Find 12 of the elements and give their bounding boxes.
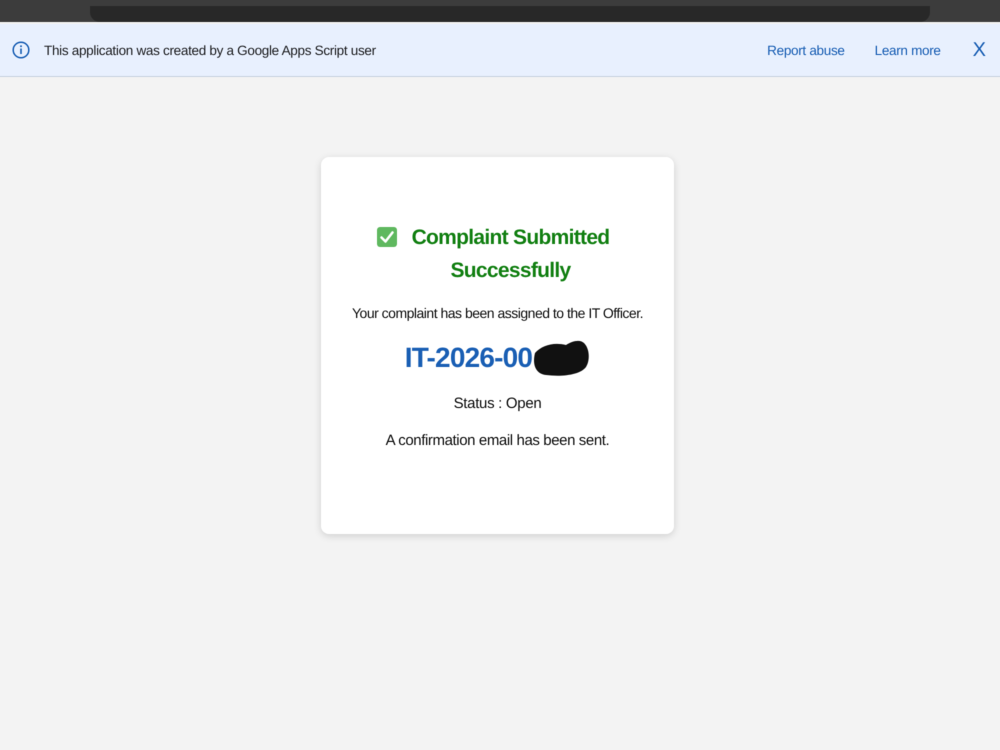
- redaction-mark: [532, 339, 590, 377]
- ticket-id: IT-2026-00: [404, 342, 532, 374]
- check-icon: [377, 227, 397, 247]
- assignment-message: Your complaint has been assigned to the IT Officer.: [352, 305, 643, 321]
- status-text: Status : Open: [454, 395, 542, 412]
- banner-link[interactable]: Report abuse: [767, 42, 845, 58]
- confirmation-note: A confirmation email has been sent.: [386, 432, 610, 449]
- banner-message: This application was created by a Google Apps Script user: [44, 42, 377, 58]
- banner-link[interactable]: Learn more: [874, 42, 941, 58]
- info-icon: [12, 41, 30, 59]
- close-button[interactable]: X: [970, 38, 988, 62]
- success-title: Complaint Submitted Successfully: [410, 225, 610, 284]
